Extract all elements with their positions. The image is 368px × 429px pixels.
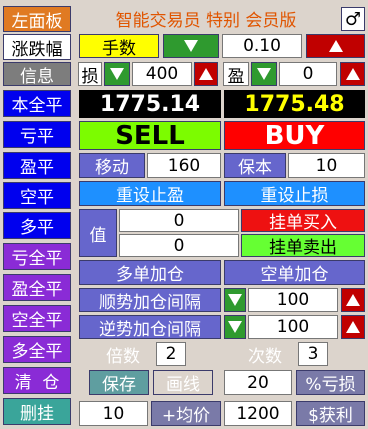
sl-input[interactable]: 400 — [132, 62, 192, 86]
triangle-down-icon — [228, 294, 242, 306]
left-panel-button[interactable]: 左面板 — [3, 6, 71, 32]
reset-sl-button[interactable]: 重设止损 — [224, 181, 365, 206]
lots-label: 手数 — [79, 34, 159, 58]
profit-target-input[interactable]: 1200 — [224, 401, 292, 426]
counter-interval-label: 逆势加仓间隔 — [79, 315, 221, 339]
close-losses-button[interactable]: 亏平 — [3, 121, 71, 148]
tp-up-button[interactable] — [340, 62, 365, 86]
triangle-up-icon — [328, 40, 343, 52]
lots-up-button[interactable] — [306, 34, 365, 58]
gender-icon[interactable]: ♂ — [341, 7, 365, 31]
triangle-up-icon — [346, 321, 360, 333]
triangle-up-icon — [199, 68, 213, 80]
pending-value-1[interactable]: 0 — [119, 209, 239, 232]
avg-offset-input[interactable]: 10 — [79, 401, 148, 426]
times-input[interactable]: 3 — [298, 342, 328, 366]
close-shorts-button[interactable]: 空平 — [3, 182, 71, 209]
close-longs-button[interactable]: 多平 — [3, 212, 71, 239]
sl-label: 损 — [78, 62, 102, 86]
triangle-down-icon — [110, 68, 124, 80]
buy-limit-button[interactable]: 挂单买入 — [241, 209, 365, 232]
avg-price-label: +均价 — [151, 401, 221, 426]
multiplier-label: 倍数 — [106, 346, 140, 367]
close-all-longs-button[interactable]: 多全平 — [3, 336, 71, 363]
multiplier-input[interactable]: 2 — [156, 342, 186, 366]
sl-down-button[interactable] — [104, 62, 130, 86]
triangle-down-icon — [184, 40, 198, 52]
tp-input[interactable]: 0 — [279, 62, 337, 86]
triangle-down-icon — [257, 68, 271, 80]
close-all-profits-button[interactable]: 盈全平 — [3, 274, 71, 301]
save-button[interactable]: 保存 — [89, 370, 149, 395]
triangle-up-icon — [345, 68, 360, 80]
close-all-shorts-button[interactable]: 空全平 — [3, 305, 71, 332]
profit-label: $获利 — [296, 401, 365, 426]
loss-percent-label: %亏损 — [296, 370, 365, 395]
ask-price: 1775.48 — [224, 90, 365, 118]
add-long-button[interactable]: 多单加仓 — [79, 260, 221, 285]
draw-lines-button[interactable]: 画线 — [153, 370, 213, 395]
times-label: 次数 — [248, 346, 282, 367]
clear-positions-button[interactable]: 清 仓 — [3, 367, 71, 394]
breakeven-input[interactable]: 10 — [288, 153, 365, 178]
sell-limit-button[interactable]: 挂单卖出 — [241, 234, 365, 257]
trend-interval-down-button[interactable] — [224, 288, 246, 312]
loss-percent-input[interactable]: 20 — [224, 370, 292, 395]
triangle-up-icon — [346, 294, 360, 306]
trend-interval-label: 顺势加仓间隔 — [79, 288, 221, 312]
close-profits-button[interactable]: 盈平 — [3, 152, 71, 179]
counter-interval-down-button[interactable] — [224, 315, 246, 339]
value-label: 值 — [79, 209, 117, 257]
add-short-button[interactable]: 空单加仓 — [224, 260, 365, 285]
lots-down-button[interactable] — [163, 34, 219, 58]
reset-tp-button[interactable]: 重设止盈 — [79, 181, 221, 206]
pending-value-2[interactable]: 0 — [119, 234, 239, 257]
sl-up-button[interactable] — [194, 62, 218, 86]
close-all-losses-button[interactable]: 亏全平 — [3, 243, 71, 270]
close-all-own-button[interactable]: 本全平 — [3, 90, 71, 117]
tp-label: 盈 — [223, 62, 249, 86]
counter-interval-input[interactable]: 100 — [248, 315, 338, 339]
trend-interval-up-button[interactable] — [341, 288, 365, 312]
title-text: 智能交易员 特别 会员版 — [115, 10, 297, 30]
counter-interval-up-button[interactable] — [341, 315, 365, 339]
tp-down-button[interactable] — [251, 62, 277, 86]
trailing-input[interactable]: 160 — [147, 153, 221, 178]
trailing-label: 移动 — [79, 153, 145, 178]
info-button[interactable]: 信息 — [3, 62, 71, 86]
lots-input[interactable]: 0.10 — [222, 34, 302, 58]
change-percent-button[interactable]: 涨跌幅 — [3, 34, 71, 60]
breakeven-label: 保本 — [224, 153, 286, 178]
bid-price: 1775.14 — [79, 90, 221, 118]
sell-button[interactable]: SELL — [79, 121, 221, 150]
delete-pending-button[interactable]: 删挂 — [3, 398, 71, 425]
triangle-down-icon — [228, 321, 242, 333]
buy-button[interactable]: BUY — [224, 121, 365, 150]
trend-interval-input[interactable]: 100 — [248, 288, 338, 312]
